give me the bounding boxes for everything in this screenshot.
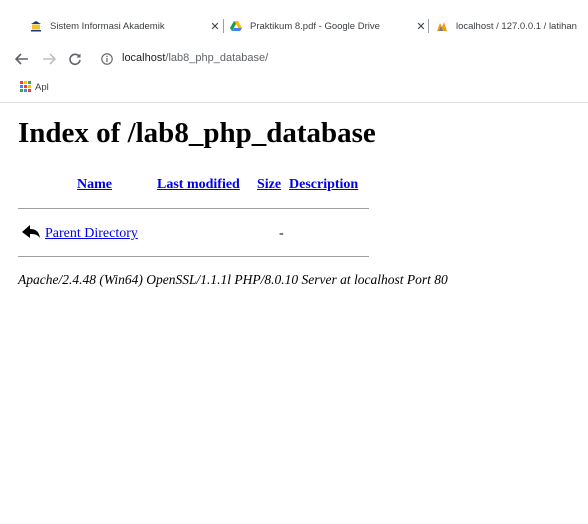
url-host: localhost [122,52,166,64]
column-header-last-modified[interactable]: Last modified [157,177,240,193]
parent-directory-link[interactable]: Parent Directory [45,226,138,242]
divider [18,208,369,209]
forward-arrow-icon [43,53,56,65]
forward-button[interactable] [40,50,58,68]
tab-google-drive[interactable]: Praktikum 8.pdf - Google Drive ✕ [230,16,426,36]
column-header-name[interactable]: Name [77,177,112,193]
info-icon[interactable] [101,53,113,65]
tab-phpmyadmin[interactable]: localhost / 127.0.0.1 / latihan [436,16,588,36]
back-arrow-icon [15,53,28,65]
parent-directory-size: - [279,226,284,241]
reload-button[interactable] [66,50,84,68]
bookmarks-bar [0,73,588,103]
tab-title: Praktikum 8.pdf - Google Drive [250,20,380,32]
address-bar[interactable]: localhost/lab8_php_database/ [122,52,268,64]
url-path: /lab8_php_database/ [165,52,269,64]
phpmyadmin-icon [437,22,447,31]
back-arrow-icon [22,225,40,238]
apps-grid-icon[interactable] [20,81,31,92]
back-button[interactable] [13,50,31,68]
tab-strip: Sistem Informasi Akademik ✕ Praktikum 8.… [0,0,588,45]
page-title: Index of /lab8_php_database [18,117,376,149]
apps-label[interactable]: Apl [35,82,49,93]
google-drive-icon [230,21,242,31]
tab-title: Sistem Informasi Akademik [50,20,165,32]
column-header-size[interactable]: Size [257,177,281,193]
divider [18,256,369,257]
column-header-description[interactable]: Description [289,177,358,193]
close-icon[interactable]: ✕ [210,20,220,33]
tab-sistem-informasi-akademik[interactable]: Sistem Informasi Akademik ✕ [30,16,220,36]
tab-separator [223,19,224,33]
close-icon[interactable]: ✕ [416,20,426,33]
server-signature: Apache/2.4.48 (Win64) OpenSSL/1.1.1l PHP… [18,272,448,287]
tab-separator [428,19,429,33]
tab-title: localhost / 127.0.0.1 / latihan [456,20,577,32]
reload-icon [69,53,81,66]
university-logo-icon [31,21,41,32]
navigation-bar: localhost/lab8_php_database/ [0,45,588,73]
